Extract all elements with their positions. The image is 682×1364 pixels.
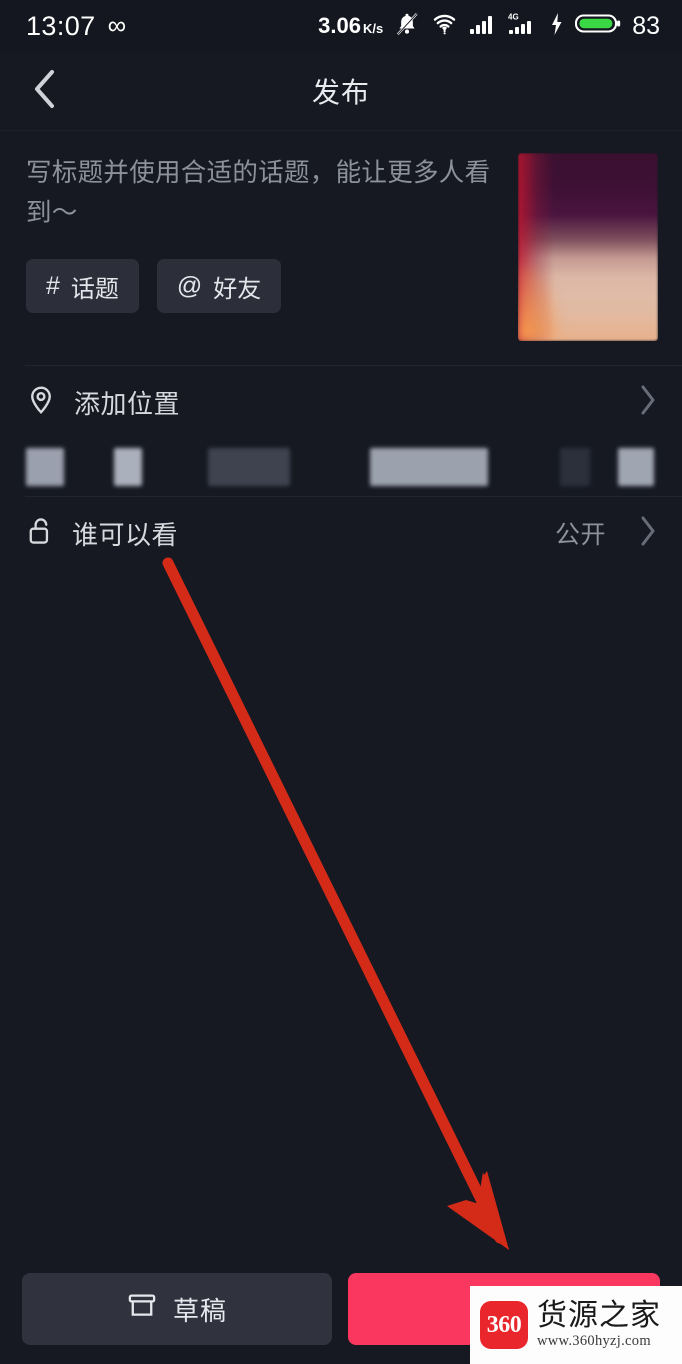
- status-time: 13:07: [26, 10, 96, 41]
- svg-text:4G: 4G: [508, 12, 519, 21]
- bell-muted-icon: [394, 11, 420, 42]
- list-item[interactable]: [370, 448, 488, 486]
- privacy-value: 公开: [554, 521, 606, 549]
- location-pin-icon: [26, 385, 56, 420]
- hashtag-icon: #: [46, 271, 60, 300]
- watermark-site-name: 货源之家: [537, 1298, 661, 1332]
- status-bar-right: 3.06 K/s 4G 83: [318, 11, 660, 42]
- infinity-icon: ∞: [107, 10, 127, 40]
- add-location-row[interactable]: 添加位置: [0, 366, 682, 438]
- network-speed: 3.06 K/s: [318, 13, 383, 39]
- page-header: 发布: [0, 52, 682, 130]
- status-bar: 13:07 ∞ 3.06 K/s 4G 83: [0, 0, 682, 52]
- video-cover-thumbnail[interactable]: [518, 153, 658, 341]
- topic-chip-button[interactable]: # 话题: [26, 259, 139, 313]
- back-button[interactable]: [18, 64, 72, 118]
- compose-area: 写标题并使用合适的话题，能让更多人看到～ # 话题 @ 好友: [0, 131, 682, 341]
- topic-chip-label: 话题: [70, 275, 119, 303]
- friend-chip-button[interactable]: @ 好友: [156, 259, 282, 313]
- signal-bars-4g-icon: 4G: [508, 11, 538, 42]
- list-item[interactable]: [114, 448, 142, 486]
- network-speed-unit: K/s: [362, 21, 384, 36]
- add-location-label: 添加位置: [74, 388, 181, 419]
- caption-input-placeholder[interactable]: 写标题并使用合适的话题，能让更多人看到～: [26, 153, 496, 233]
- friend-chip-label: 好友: [213, 275, 262, 303]
- at-mention-icon: @: [176, 271, 203, 300]
- save-draft-button[interactable]: 草稿: [22, 1273, 332, 1345]
- network-speed-value: 3.06: [318, 13, 361, 38]
- chevron-right-icon: [638, 383, 658, 422]
- site-watermark: 360 货源之家 www.360hyzj.com: [470, 1286, 682, 1364]
- unlock-icon: [26, 516, 54, 551]
- watermark-url: www.360hyzj.com: [537, 1333, 651, 1350]
- status-bar-left: 13:07 ∞: [26, 11, 126, 42]
- list-item[interactable]: [618, 448, 654, 486]
- privacy-label: 谁可以看: [72, 519, 179, 550]
- privacy-row[interactable]: 谁可以看 公开: [0, 497, 682, 569]
- video-cover-glow: [518, 263, 560, 341]
- signal-bars-icon: [469, 12, 497, 41]
- watermark-texts: 货源之家 www.360hyzj.com: [537, 1300, 661, 1351]
- archive-box-icon: [127, 1292, 157, 1327]
- chevron-right-icon: [638, 514, 658, 553]
- back-chevron-icon: [32, 68, 58, 115]
- list-item[interactable]: [26, 448, 64, 486]
- list-item[interactable]: [560, 448, 590, 486]
- save-draft-label: 草稿: [172, 1295, 227, 1326]
- battery-percent: 83: [632, 11, 660, 40]
- watermark-360-logo: 360: [480, 1301, 528, 1349]
- location-suggestions-strip[interactable]: [0, 438, 682, 496]
- page-title: 发布: [311, 77, 370, 108]
- wifi-icon: [431, 11, 458, 42]
- battery-icon: [575, 11, 621, 41]
- list-item[interactable]: [208, 448, 290, 486]
- compose-chips: # 话题 @ 好友: [26, 259, 502, 313]
- compose-left: 写标题并使用合适的话题，能让更多人看到～ # 话题 @ 好友: [26, 153, 502, 341]
- charging-bolt-icon: [549, 12, 564, 41]
